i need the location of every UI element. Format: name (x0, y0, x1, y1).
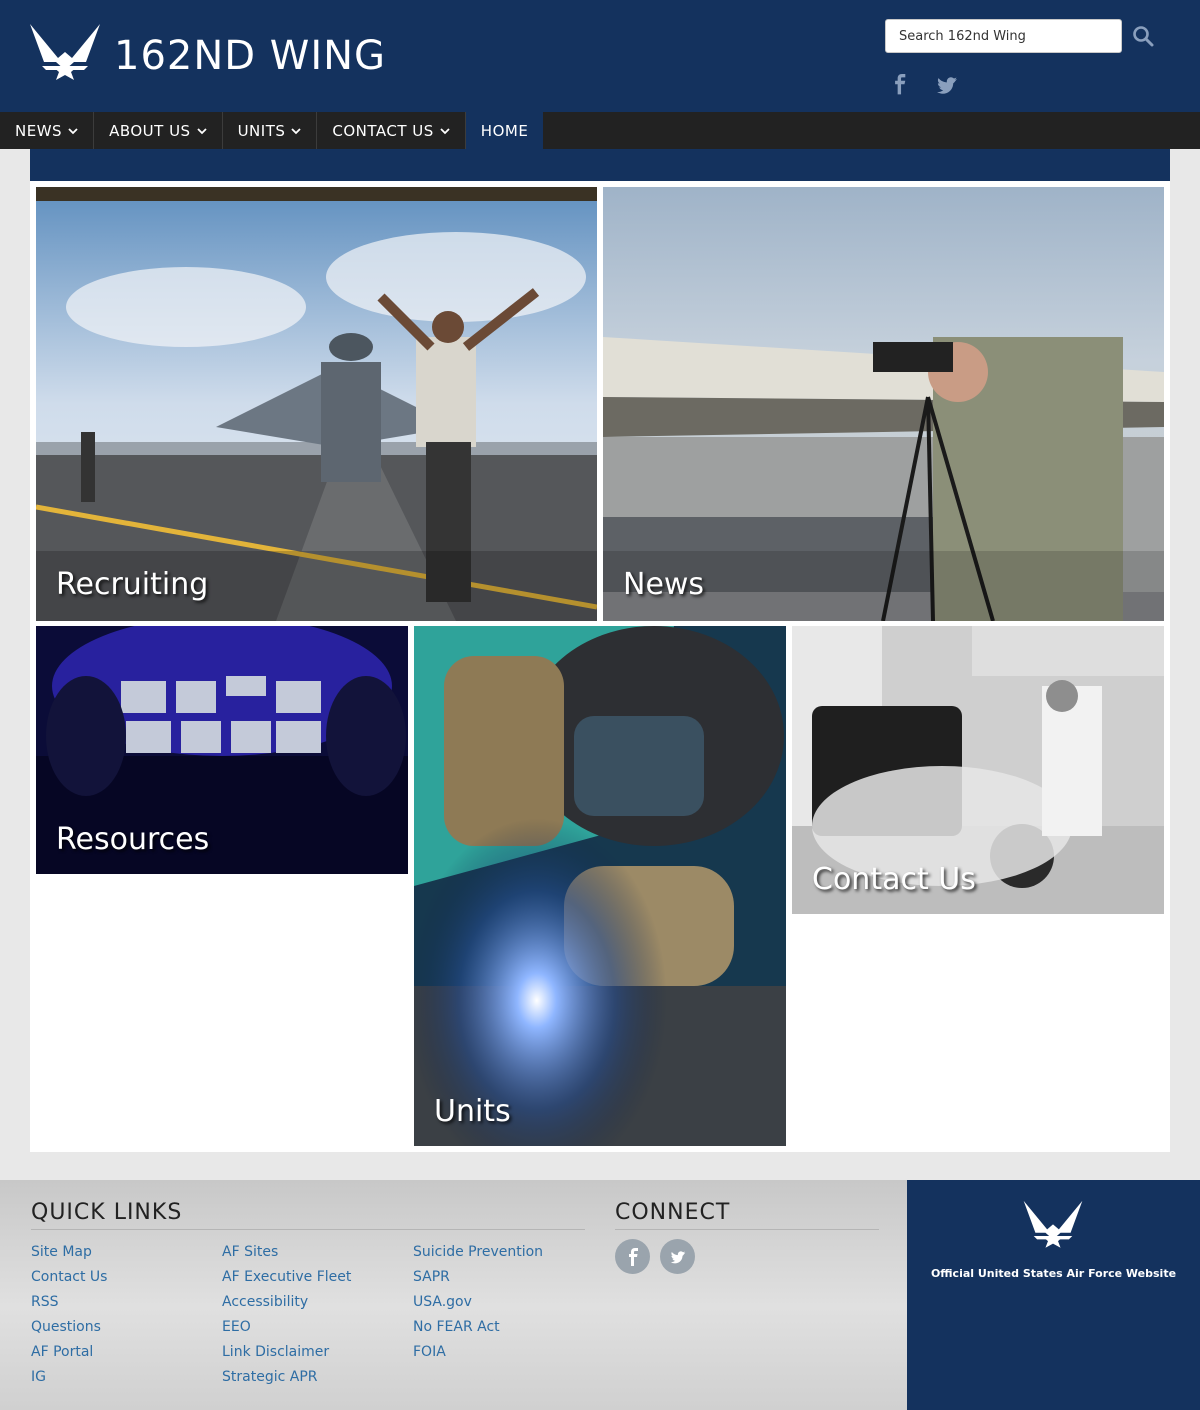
site-footer: QUICK LINKS Site Map Contact Us RSS Ques… (0, 1180, 907, 1410)
quick-link[interactable]: Strategic APR (222, 1365, 351, 1390)
nav-item-units[interactable]: UNITS (223, 112, 318, 149)
tile-label: Recruiting (56, 567, 209, 602)
nav-item-home[interactable]: HOME (465, 112, 544, 149)
nav-item-label: NEWS (15, 121, 63, 140)
connect-heading: CONNECT (615, 1200, 731, 1225)
nav-item-label: HOME (480, 121, 529, 140)
quick-link[interactable]: FOIA (413, 1340, 543, 1365)
tile-contact-us[interactable]: Contact Us (792, 626, 1164, 914)
tile-news[interactable]: News (603, 187, 1164, 621)
nav-item-label: ABOUT US (109, 121, 191, 140)
main-nav: NEWS ABOUT US UNITS CONTACT US HOME (0, 112, 1200, 149)
facebook-icon[interactable] (615, 1239, 650, 1274)
quick-link[interactable]: USA.gov (413, 1290, 543, 1315)
twitter-icon[interactable] (660, 1239, 695, 1274)
tile-resources[interactable]: Resources (36, 626, 408, 874)
tile-grid: Recruiting News Resources Units Contact … (30, 181, 1170, 1152)
tile-recruiting[interactable]: Recruiting (36, 187, 597, 621)
chevron-down-icon (196, 127, 207, 134)
tile-label: Contact Us (812, 862, 976, 897)
tile-units[interactable]: Units (414, 626, 786, 1146)
quick-link[interactable]: AF Sites (222, 1240, 351, 1265)
chevron-down-icon (68, 127, 78, 134)
nav-item-news[interactable]: NEWS (0, 112, 95, 149)
nav-item-about-us[interactable]: ABOUT US (94, 112, 223, 149)
quick-link[interactable]: SAPR (413, 1265, 543, 1290)
news-photo (603, 187, 1164, 621)
nav-item-label: CONTACT US (332, 121, 434, 140)
site-title[interactable]: 162ND WING (114, 30, 386, 82)
divider (615, 1229, 879, 1230)
quick-link[interactable]: Link Disclaimer (222, 1340, 351, 1365)
official-af-website-text[interactable]: Official United States Air Force Website (907, 1267, 1200, 1280)
quick-link[interactable]: AF Portal (31, 1340, 107, 1365)
quick-links-col-2: AF Sites AF Executive Fleet Accessibilit… (222, 1240, 351, 1390)
hero-band (30, 149, 1170, 181)
tile-label: News (623, 567, 705, 602)
facebook-icon[interactable] (890, 72, 914, 98)
divider (31, 1229, 585, 1230)
quick-links-col-1: Site Map Contact Us RSS Questions AF Por… (31, 1240, 107, 1390)
quick-links-col-3: Suicide Prevention SAPR USA.gov No FEAR … (413, 1240, 543, 1365)
chevron-down-icon (291, 127, 302, 134)
quick-link[interactable]: Site Map (31, 1240, 107, 1265)
quick-links-heading: QUICK LINKS (31, 1200, 183, 1225)
af-official-panel: Official United States Air Force Website (907, 1180, 1200, 1410)
quick-link[interactable]: Suicide Prevention (413, 1240, 543, 1265)
tile-label: Resources (56, 822, 210, 857)
air-force-logo[interactable] (1022, 1198, 1084, 1254)
search-icon[interactable] (1131, 24, 1155, 48)
quick-link[interactable]: Contact Us (31, 1265, 107, 1290)
quick-link[interactable]: AF Executive Fleet (222, 1265, 351, 1290)
site-header: 162ND WING (0, 0, 1200, 112)
quick-link[interactable]: RSS (31, 1290, 107, 1315)
chevron-down-icon (440, 127, 450, 134)
quick-link[interactable]: Accessibility (222, 1290, 351, 1315)
units-photo (414, 626, 786, 1146)
quick-link[interactable]: Questions (31, 1315, 107, 1340)
quick-link[interactable]: No FEAR Act (413, 1315, 543, 1340)
tile-label: Units (434, 1094, 511, 1129)
air-force-logo[interactable] (28, 22, 102, 86)
search-input[interactable] (885, 19, 1122, 53)
quick-link[interactable]: IG (31, 1365, 107, 1390)
recruiting-photo (36, 187, 597, 621)
quick-link[interactable]: EEO (222, 1315, 351, 1340)
twitter-icon[interactable] (935, 72, 959, 98)
nav-item-contact-us[interactable]: CONTACT US (317, 112, 466, 149)
nav-item-label: UNITS (237, 121, 286, 140)
